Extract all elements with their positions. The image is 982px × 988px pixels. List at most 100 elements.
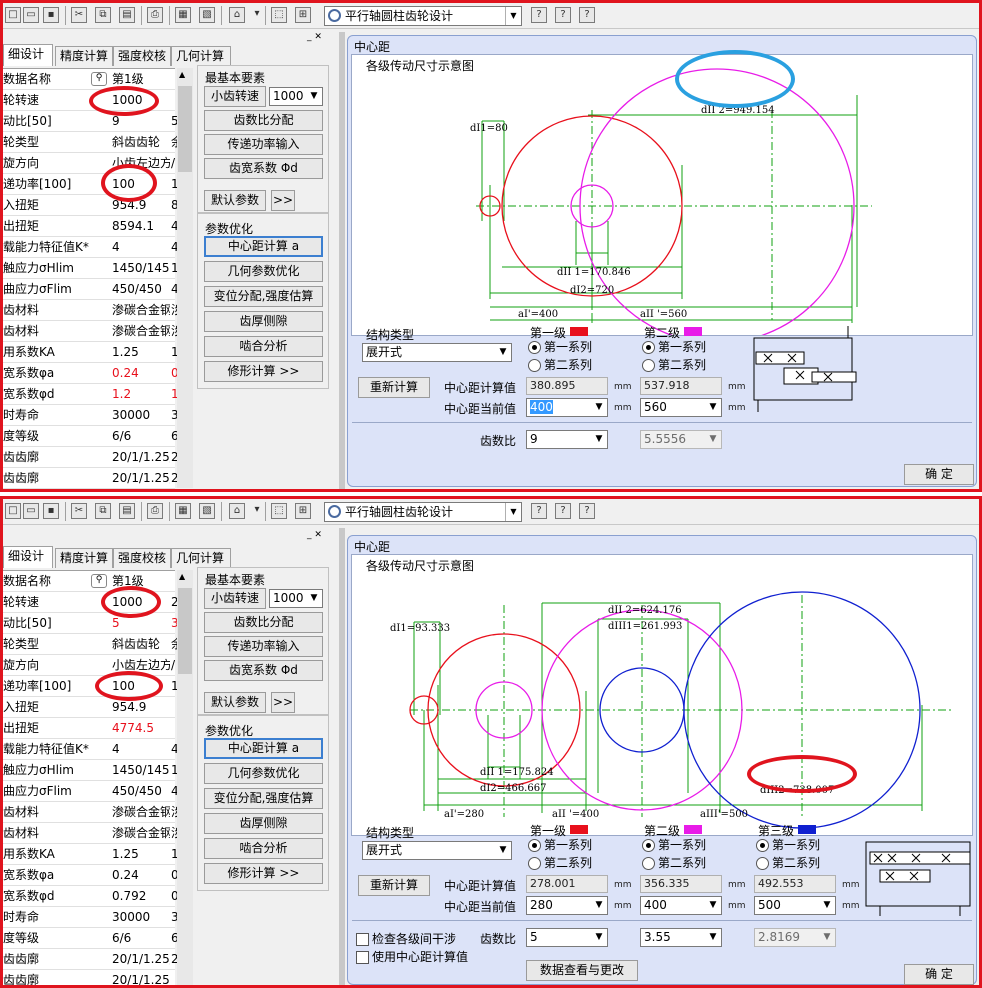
param-value[interactable]: 4 (112, 237, 170, 257)
check-interference-checkbox[interactable]: 检查各级间干涉 (356, 932, 456, 946)
print-icon[interactable]: ⎙ (147, 503, 163, 519)
tooth-thickness-button[interactable]: 齿厚侧隙 (204, 311, 323, 332)
param-value[interactable]: 450/450 (112, 781, 170, 801)
report-icon[interactable]: ▧ (199, 7, 215, 23)
param-value[interactable]: 小齿左边方 (112, 153, 170, 173)
home-icon[interactable]: ⌂ (229, 7, 245, 23)
param-value[interactable]: 0.24 (112, 865, 170, 885)
open-folder-icon[interactable]: ▭ (23, 503, 39, 519)
calc-icon[interactable]: ▦ (175, 7, 191, 23)
param-value[interactable]: 斜齿齿轮 (112, 634, 170, 654)
stage1-series2-radio[interactable]: 第二系列 (528, 856, 592, 870)
pin-icon[interactable]: ⚲ (91, 574, 107, 588)
table-row[interactable]: 载能力特征值K*44 (3, 739, 177, 760)
table-row[interactable]: 用系数KA1.251 (3, 844, 177, 865)
stage3-series2-radio[interactable]: 第二系列 (756, 856, 820, 870)
table-scrollbar[interactable]: ▲ (177, 68, 193, 488)
table-row[interactable]: 触应力σHlim1450/14501 (3, 760, 177, 781)
face-width-button[interactable]: 齿宽系数 Φd (204, 660, 323, 681)
param-value[interactable]: 954.9 (112, 195, 170, 215)
stage1-current-select[interactable]: 280 ▼ (526, 896, 608, 915)
help-book-icon[interactable]: ? (555, 503, 571, 519)
table-header-row[interactable]: 数据名称 第1级 (3, 571, 175, 592)
default-params-button[interactable]: 默认参数 (204, 190, 266, 211)
mesh-analysis-button[interactable]: 啮合分析 (204, 838, 323, 859)
table-row[interactable]: 齿齿廓20/1/1.25/2 (3, 949, 177, 970)
expand-button[interactable]: >> (271, 692, 295, 713)
param-value[interactable]: 渗碳合金钢 (112, 300, 170, 320)
table-row[interactable]: 齿齿廓20/1/1.25/2 (3, 447, 177, 468)
table-row[interactable]: 齿材料渗碳合金钢涉 (3, 300, 177, 321)
stage1-current-select[interactable]: 400 ▼ (526, 398, 608, 417)
tab-strength[interactable]: 强度校核 (113, 46, 171, 66)
param-value[interactable]: 1450/1450 (112, 258, 170, 278)
param-value[interactable]: 渗碳合金钢 (112, 321, 170, 341)
cut-icon[interactable]: ✂ (71, 7, 87, 23)
geometry-optimize-button[interactable]: 几何参数优化 (204, 261, 323, 282)
param-value[interactable]: 100 (112, 676, 170, 696)
stage1-series2-radio[interactable]: 第二系列 (528, 358, 592, 372)
param-value[interactable]: 斜齿齿轮 (112, 132, 170, 152)
table-row[interactable]: 旋方向 小齿左边方 / (3, 153, 175, 174)
param-value[interactable]: 0.792 (112, 886, 170, 906)
table-row[interactable]: 齿材料渗碳合金钢涉 (3, 823, 177, 844)
module-select[interactable]: 平行轴圆柱齿轮设计 ▼ (324, 502, 522, 522)
param-value[interactable]: 9 (112, 111, 170, 131)
param-value[interactable]: 4 (112, 739, 170, 759)
tab-accuracy[interactable]: 精度计算 (55, 46, 113, 66)
power-input-button[interactable]: 传递功率输入 (204, 636, 323, 657)
pane-controls[interactable]: _ ✕ (307, 530, 335, 542)
stage1-series1-radio[interactable]: 第一系列 (528, 340, 592, 354)
table-row[interactable]: 齿齿廓20/1/1.25/2 (3, 468, 177, 489)
table-row[interactable]: 触应力σHlim1450/14501 (3, 258, 177, 279)
ok-button[interactable]: 确 定 (904, 964, 974, 985)
param-value[interactable]: 20/1/1.25/ (112, 447, 170, 467)
pinion-speed-button[interactable]: 小齿转速 (204, 588, 266, 609)
stage1-ratio-select[interactable]: 9 ▼ (526, 430, 608, 449)
param-value[interactable]: 4774.5 (112, 718, 170, 738)
table-row[interactable]: 出扭矩8594.14 (3, 216, 177, 237)
chevron-down-icon[interactable]: ▾ (249, 7, 265, 23)
param-value[interactable]: 30000 (112, 907, 170, 927)
stage1-ratio-select[interactable]: 5 ▼ (526, 928, 608, 947)
param-value[interactable]: 20/1/1.25 (112, 970, 170, 985)
param-value[interactable]: 1.25 (112, 342, 170, 362)
table-row[interactable]: 度等级6/66 (3, 426, 177, 447)
param-value[interactable]: 1000 (112, 90, 170, 110)
table-row[interactable]: 入扭矩 954.9 (3, 697, 175, 718)
home-icon[interactable]: ⌂ (229, 503, 245, 519)
chevron-down-icon[interactable]: ▾ (249, 503, 265, 519)
new-file-icon[interactable]: □ (5, 503, 21, 519)
print-icon[interactable]: ⎙ (147, 7, 163, 23)
param-value[interactable]: 渗碳合金钢 (112, 823, 170, 843)
stage2-series2-radio[interactable]: 第二系列 (642, 358, 706, 372)
ok-button[interactable]: 确 定 (904, 464, 974, 485)
table-header-row[interactable]: 数据名称 第1级 (3, 69, 175, 90)
tab-geometry[interactable]: 几何计算 (171, 46, 231, 66)
table-row[interactable]: 度等级6/66 (3, 928, 177, 949)
layout-icon[interactable]: ⊞ (295, 7, 311, 23)
recalculate-button[interactable]: 重新计算 (358, 875, 430, 896)
table-row[interactable]: 时寿命300003 (3, 907, 177, 928)
structure-select[interactable]: 展开式 ▼ (362, 841, 512, 860)
expand-button[interactable]: >> (271, 190, 295, 211)
shift-distribution-button[interactable]: 变位分配,强度估算 (204, 788, 323, 809)
tab-accuracy[interactable]: 精度计算 (55, 548, 113, 568)
param-value[interactable]: 1000 (112, 592, 170, 612)
table-row[interactable]: 旋方向 小齿左边方 / (3, 655, 175, 676)
use-calc-value-checkbox[interactable]: 使用中心距计算值 (356, 950, 468, 964)
param-value[interactable]: 6/6 (112, 426, 170, 446)
pin-icon[interactable]: ⚲ (91, 72, 107, 86)
param-value[interactable]: 100 (112, 174, 170, 194)
tooth-thickness-button[interactable]: 齿厚侧隙 (204, 813, 323, 834)
param-value[interactable]: 20/1/1.25/ (112, 949, 170, 969)
table-row[interactable]: 轮转速10002 (3, 592, 177, 613)
shift-distribution-button[interactable]: 变位分配,强度估算 (204, 286, 323, 307)
table-row[interactable]: 齿齿廓 20/1/1.25 (3, 970, 175, 985)
copy-icon[interactable]: ⧉ (95, 7, 111, 23)
table-row[interactable]: 载能力特征值K*44 (3, 237, 177, 258)
face-width-button[interactable]: 齿宽系数 Φd (204, 158, 323, 179)
tab-detail-design[interactable]: 细设计 (3, 44, 53, 66)
default-params-button[interactable]: 默认参数 (204, 692, 266, 713)
param-value[interactable]: 渗碳合金钢 (112, 802, 170, 822)
